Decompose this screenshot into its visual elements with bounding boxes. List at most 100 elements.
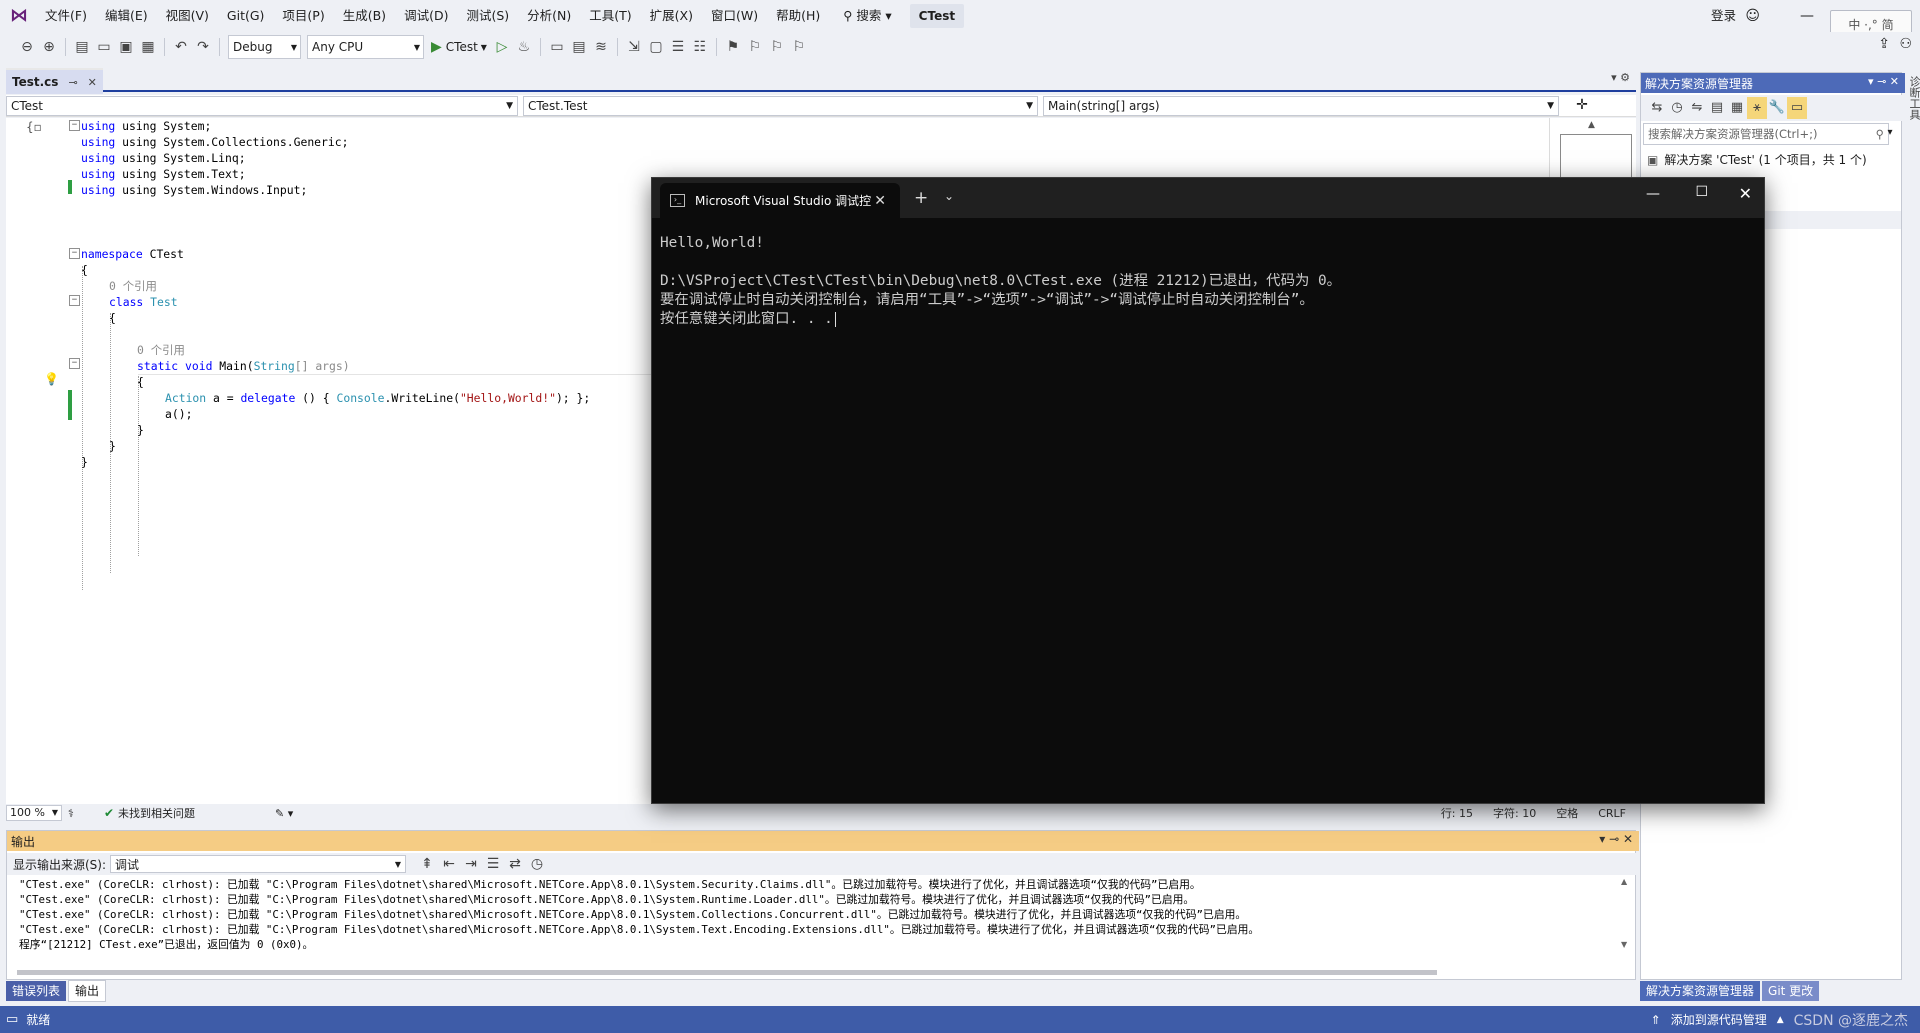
close-icon[interactable]: ✕ [88, 76, 97, 89]
codelens-references[interactable]: 0 个引用 [137, 342, 185, 358]
panel-controls-icon[interactable]: ▾ ⊸ ✕ [1868, 75, 1899, 88]
preview-icon[interactable]: ⚹ [1747, 97, 1767, 119]
zoom-select[interactable]: 100 % ▼ [6, 805, 62, 821]
menu-git[interactable]: Git(G) [218, 0, 274, 32]
whitespace-mode[interactable]: 空格 [1556, 805, 1578, 821]
project-dropdown[interactable]: CTest ▼ [6, 96, 518, 116]
user-settings-icon[interactable]: ⚇ [1899, 36, 1912, 52]
start-debugging-button[interactable]: ▶ CTest ▼ [431, 39, 487, 55]
diagnostic-tools-tab[interactable]: 诊断工具 [1906, 76, 1920, 120]
hot-reload-icon[interactable]: ♨ [513, 36, 535, 58]
solution-configuration-select[interactable]: Debug ▼ [228, 35, 301, 59]
char-number[interactable]: 字符: 10 [1493, 805, 1536, 821]
menu-view[interactable]: 视图(V) [157, 0, 218, 32]
bookmark-icon[interactable]: ⚑ [722, 36, 744, 58]
upload-icon[interactable]: ⇑ [1651, 1013, 1661, 1027]
split-editor-icon[interactable]: ✛ [1564, 95, 1600, 116]
navigate-forward-icon[interactable]: ⊕ [38, 36, 60, 58]
prev-message-icon[interactable]: ⇤ [438, 853, 460, 875]
tab-error-list[interactable]: 错误列表 [6, 981, 67, 1001]
menu-extensions[interactable]: 扩展(X) [641, 0, 702, 32]
scroll-thumb[interactable] [17, 970, 1437, 975]
menu-file[interactable]: 文件(F) [36, 0, 96, 32]
timestamp-icon[interactable]: ◷ [526, 853, 548, 875]
debug-console-window[interactable]: ›_ Microsoft Visual Studio 调试控 ✕ + ⌄ — ☐… [651, 177, 1765, 804]
find-message-icon[interactable]: ⇞ [416, 853, 438, 875]
member-dropdown[interactable]: Main(string[] args) ▼ [1043, 96, 1559, 116]
next-message-icon[interactable]: ⇥ [460, 853, 482, 875]
fold-toggle[interactable]: − [69, 248, 80, 259]
login-button[interactable]: 登录 [1711, 0, 1736, 32]
output-source-select[interactable]: 调试 ▼ [110, 855, 407, 873]
layout-icon[interactable]: ▤ [568, 36, 590, 58]
share-icon[interactable]: ⇪ [1878, 36, 1890, 52]
fold-toggle[interactable]: − [69, 120, 80, 131]
pin-icon[interactable]: ⊸ [68, 76, 77, 89]
navigate-back-icon[interactable]: ⊖ [16, 36, 38, 58]
search-options-icon[interactable]: ▾ [1881, 123, 1899, 143]
collapse-all-icon[interactable]: ▤ [1707, 97, 1727, 119]
chevron-up-icon[interactable]: ▲ [1777, 1015, 1784, 1025]
browse-icon[interactable]: ▭ [546, 36, 568, 58]
show-all-files-icon[interactable]: ▦ [1727, 97, 1747, 119]
tab-git-changes[interactable]: Git 更改 [1762, 981, 1820, 1001]
clear-all-icon[interactable]: ☰ [482, 853, 504, 875]
code-cleanup-icon[interactable]: ✎ ▾ [275, 807, 293, 820]
menu-edit[interactable]: 编辑(E) [96, 0, 157, 32]
close-window-icon[interactable]: ✕ [1739, 184, 1752, 203]
panel-controls-icon[interactable]: ▾ ⊸ ✕ [1599, 832, 1633, 846]
lightbulb-icon[interactable]: 💡 [44, 372, 59, 386]
sync-icon[interactable]: ⇋ [1687, 97, 1707, 119]
console-tab[interactable]: ›_ Microsoft Visual Studio 调试控 ✕ [660, 183, 900, 218]
menu-build[interactable]: 生成(B) [334, 0, 395, 32]
window-icon[interactable]: ▢ [645, 36, 667, 58]
tab-output[interactable]: 输出 [68, 980, 107, 1002]
redo-icon[interactable]: ↷ [192, 36, 214, 58]
tab-solution-explorer[interactable]: 解决方案资源管理器 [1640, 981, 1761, 1001]
save-all-icon[interactable]: ▦ [137, 36, 159, 58]
fold-toggle[interactable]: − [69, 358, 80, 369]
undo-icon[interactable]: ↶ [170, 36, 192, 58]
menu-window[interactable]: 窗口(W) [702, 0, 767, 32]
history-icon[interactable]: ◷ [1667, 97, 1687, 119]
format-icon[interactable]: ≋ [590, 36, 612, 58]
line-number[interactable]: 行: 15 [1441, 805, 1473, 821]
new-item-icon[interactable]: ▤ [71, 36, 93, 58]
step-icon[interactable]: ⇲ [623, 36, 645, 58]
minimize-icon[interactable]: — [1800, 0, 1814, 32]
add-to-source-control[interactable]: 添加到源代码管理 [1671, 1011, 1767, 1028]
start-without-debugging-icon[interactable]: ▷ [491, 36, 513, 58]
menu-project[interactable]: 项目(P) [273, 0, 333, 32]
switch-views-icon[interactable]: ⇆ [1647, 97, 1667, 119]
intellicode-icon[interactable]: ⚕ [68, 807, 74, 820]
line-ending[interactable]: CRLF [1598, 807, 1626, 820]
menu-help[interactable]: 帮助(H) [767, 0, 829, 32]
menu-analyze[interactable]: 分析(N) [518, 0, 580, 32]
properties-icon[interactable]: 🔧 [1767, 97, 1787, 119]
output-vertical-scrollbar[interactable]: ▲ ▼ [1621, 877, 1631, 963]
tab-test-cs[interactable]: Test.cs ⊸ ✕ [6, 68, 103, 94]
scroll-thumb[interactable] [1560, 134, 1632, 180]
uncomment-icon[interactable]: ☷ [689, 36, 711, 58]
next-bookmark-icon[interactable]: ⚐ [766, 36, 788, 58]
solution-platform-select[interactable]: Any CPU ▼ [307, 35, 424, 59]
tab-overflow-icon[interactable]: ▾ ⚙ [1611, 71, 1630, 84]
menu-test[interactable]: 测试(S) [457, 0, 518, 32]
issues-indicator[interactable]: ✔ 未找到相关问题 [104, 805, 195, 821]
minimize-icon[interactable]: — [1646, 186, 1660, 202]
preview-selected-icon[interactable]: ▭ [1787, 97, 1807, 119]
prev-bookmark-icon[interactable]: ⚐ [744, 36, 766, 58]
scroll-up-icon[interactable]: ▲ [1588, 120, 1595, 130]
notification-icon[interactable]: ▭ [6, 1012, 18, 1027]
menu-debug[interactable]: 调试(D) [395, 0, 457, 32]
comment-icon[interactable]: ☰ [667, 36, 689, 58]
save-icon[interactable]: ▣ [115, 36, 137, 58]
fold-toggle[interactable]: − [69, 295, 80, 306]
search-button[interactable]: ⚲ 搜索 ▾ [835, 0, 899, 32]
new-tab-icon[interactable]: + [914, 188, 928, 208]
codelens-references[interactable]: 0 个引用 [109, 278, 157, 294]
word-wrap-icon[interactable]: ⇄ [504, 853, 526, 875]
account-icon[interactable]: ☺ [1745, 0, 1760, 32]
solution-root-node[interactable]: ▣ 解决方案 'CTest' (1 个项目，共 1 个) [1647, 151, 1867, 168]
menu-tools[interactable]: 工具(T) [580, 0, 640, 32]
